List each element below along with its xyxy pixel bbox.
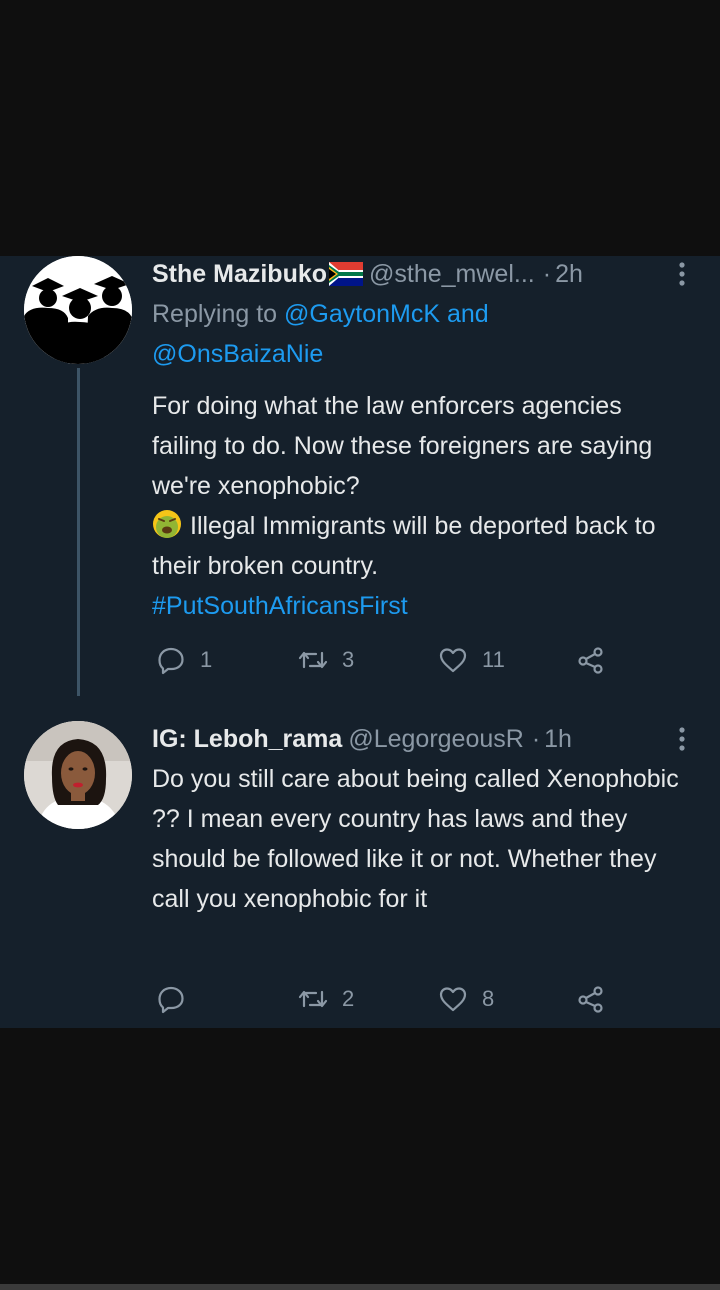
retweet-button[interactable]: 2 — [298, 979, 354, 1019]
retweet-icon — [298, 651, 328, 669]
retweet-button[interactable]: 3 — [298, 640, 354, 680]
author-handle[interactable]: @LegorgeousR — [348, 725, 524, 754]
retweet-count: 3 — [342, 647, 355, 672]
more-options-icon[interactable] — [670, 721, 694, 757]
reply-count: 1 — [200, 647, 213, 672]
like-count: 11 — [482, 647, 505, 672]
tweet-text-part: Illegal Immigrants will be deported back… — [152, 512, 656, 580]
timestamp[interactable]: 2h — [555, 260, 583, 289]
replying-to-and[interactable]: and — [447, 300, 489, 328]
replying-to: Replying to @GaytonMcK and @OnsBaizaNie — [152, 294, 684, 374]
nauseated-face-emoji-icon — [153, 510, 181, 538]
reply-icon — [158, 647, 184, 675]
mention-link[interactable]: @OnsBaizaNie — [152, 340, 323, 368]
tweet[interactable]: IG: Leboh_rama @LegorgeousR · 1h Do you … — [0, 701, 720, 1028]
thread-connector-line — [77, 368, 80, 696]
heart-icon — [439, 987, 467, 1012]
share-button[interactable] — [576, 979, 606, 1019]
tweet-thread: Sthe Mazibuko @sthe_mwel... · 2h Replyin… — [0, 256, 720, 1028]
tweet[interactable]: Sthe Mazibuko @sthe_mwel... · 2h Replyin… — [0, 256, 720, 696]
retweet-icon — [298, 990, 328, 1008]
separator-dot: · — [531, 724, 541, 753]
tweet-actions: 1 3 11 — [152, 640, 622, 680]
like-button[interactable]: 11 — [438, 640, 505, 680]
tweet-text-part: For doing what the law enforcers agencie… — [152, 392, 653, 500]
author-handle[interactable]: @sthe_mwel... — [369, 260, 535, 289]
retweet-count: 2 — [342, 986, 355, 1011]
tweet-body: IG: Leboh_rama @LegorgeousR · 1h Do you … — [152, 721, 685, 919]
tweet-header: Sthe Mazibuko @sthe_mwel... · 2h — [152, 256, 685, 292]
share-icon — [578, 647, 603, 674]
profile-photo-icon — [24, 721, 132, 829]
tweet-text: For doing what the law enforcers agencie… — [152, 386, 684, 626]
tweet-header: IG: Leboh_rama @LegorgeousR · 1h — [152, 721, 685, 757]
like-button[interactable]: 8 — [438, 979, 494, 1019]
separator-dot: · — [542, 259, 552, 288]
replying-to-label: Replying to — [152, 300, 278, 328]
graduates-silhouette-icon — [24, 256, 132, 364]
screenshot-page: Sthe Mazibuko @sthe_mwel... · 2h Replyin… — [0, 0, 720, 1290]
hashtag-link[interactable]: #PutSouthAfricansFirst — [152, 592, 408, 620]
reply-icon — [158, 986, 184, 1014]
share-button[interactable] — [576, 640, 606, 680]
tweet-body: Sthe Mazibuko @sthe_mwel... · 2h Replyin… — [152, 256, 685, 626]
tweet-actions: 2 8 — [152, 979, 622, 1019]
share-icon — [578, 986, 603, 1013]
south-africa-flag-icon — [329, 262, 364, 286]
heart-icon — [439, 648, 467, 673]
author-name[interactable]: IG: Leboh_rama — [152, 725, 342, 754]
tweet-text: Do you still care about being called Xen… — [152, 765, 679, 913]
reply-button[interactable] — [156, 979, 200, 1019]
like-count: 8 — [482, 986, 495, 1011]
mention-link[interactable]: @GaytonMcK — [284, 300, 440, 328]
author-name[interactable]: Sthe Mazibuko — [152, 260, 327, 289]
reply-button[interactable]: 1 — [156, 640, 212, 680]
avatar[interactable] — [24, 256, 132, 364]
avatar[interactable] — [24, 721, 132, 829]
timestamp[interactable]: 1h — [544, 725, 572, 754]
bottom-edge-bar — [0, 1284, 720, 1290]
more-options-icon[interactable] — [670, 256, 694, 292]
